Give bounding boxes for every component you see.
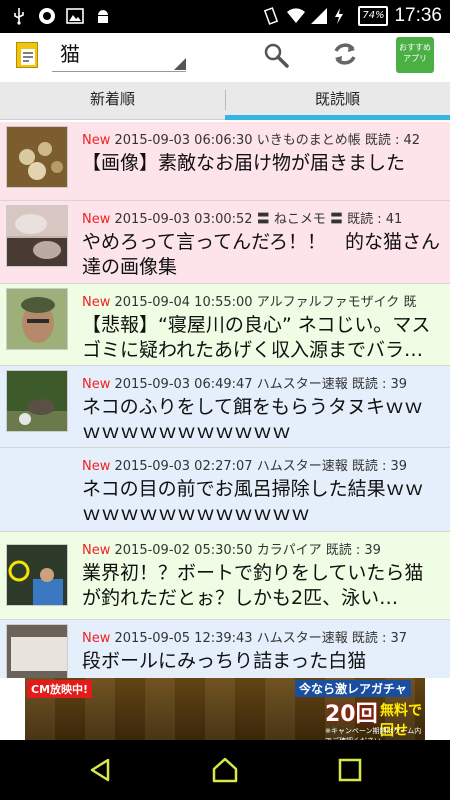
status-bar: 74% 17:36 [0, 0, 450, 33]
signal-icon [310, 7, 328, 25]
vibrate-icon [262, 7, 280, 25]
article-meta-text: 2015-09-02 05:30:50 カラパイア 既読 : 39 [114, 543, 381, 558]
home-icon [212, 757, 238, 783]
article-meta-text: 2015-09-03 06:49:47 ハムスター速報 既読 : 39 [114, 377, 408, 392]
system-nav-bar [0, 740, 450, 800]
usb-icon [10, 7, 28, 25]
new-badge: New [82, 295, 111, 310]
article-meta: New 2015-09-04 10:55:00 アルファルファモザイク 既 [82, 295, 444, 311]
article-meta-text: 2015-09-03 02:27:07 ハムスター速報 既読 : 39 [114, 459, 408, 474]
tab-divider [225, 90, 226, 110]
ad-disclaimer: ※キャンペーン期間はゲーム内でご確認ください [325, 727, 422, 740]
charging-icon [334, 7, 352, 25]
search-icon [264, 43, 289, 68]
article-item[interactable]: New 2015-09-03 02:27:07 ハムスター速報 既読 : 39 … [0, 448, 450, 532]
notification-app-icon [38, 7, 56, 25]
dropdown-arrow-icon [174, 58, 186, 70]
article-title: 【画像】素敵なお届け物が届きました [82, 152, 406, 174]
article-title: 業界初！？ボートで釣りをしていたら猫が釣れただとぉ？しかも2匹、泳い… [82, 562, 424, 609]
image-icon [66, 7, 84, 25]
article-thumbnail [6, 126, 68, 188]
new-badge: New [82, 133, 111, 148]
android-icon [94, 7, 112, 25]
new-badge: New [82, 459, 111, 474]
new-badge: New [82, 212, 111, 227]
recents-button[interactable] [335, 755, 365, 785]
article-meta-text: 2015-09-03 03:00:52 〓 ねこメモ 〓 既読 : 41 [114, 212, 403, 227]
ad-cm-badge: CM放映中! [27, 680, 93, 698]
article-thumbnail [6, 205, 68, 267]
article-item[interactable]: New 2015-09-03 06:06:30 いきものまとめ帳 既読 : 42… [0, 122, 450, 201]
ad-headline: 今なら激レアガチャ [295, 680, 411, 697]
app-logo-icon[interactable] [16, 42, 38, 68]
category-selected-value: 猫 [60, 42, 80, 66]
ad-count: 20回 [325, 702, 378, 727]
recents-icon [338, 758, 362, 782]
article-item[interactable]: New 2015-09-03 03:00:52 〓 ねこメモ 〓 既読 : 41… [0, 201, 450, 284]
refresh-icon [334, 43, 356, 65]
battery-indicator: 74% [358, 6, 389, 26]
new-badge: New [82, 631, 111, 646]
article-meta-text: 2015-09-03 06:06:30 いきものまとめ帳 既読 : 42 [114, 133, 421, 148]
refresh-button[interactable] [331, 40, 359, 68]
article-meta-text: 2015-09-05 12:39:43 ハムスター速報 既読 : 37 [114, 631, 408, 646]
article-title: ネコの目の前でお風呂掃除した結果ｗｗｗｗｗｗｗｗｗｗｗｗｗｗ [82, 478, 424, 525]
app-toolbar: 猫 おすすめ アプリ [0, 33, 450, 81]
back-icon [90, 758, 110, 782]
ad-creative[interactable]: CM放映中! 今なら激レアガチャ 20回 無料で回せる!! ※キャンペーン期間は… [25, 678, 425, 740]
clock: 17:36 [394, 5, 442, 26]
article-meta-text: 2015-09-04 10:55:00 アルファルファモザイク 既 [114, 295, 417, 310]
article-thumbnail [6, 288, 68, 350]
article-title: 段ボールにみっちり詰まった白猫 [82, 650, 367, 672]
article-title: ネコのふりをして餌をもらうタヌキｗｗｗｗｗｗｗｗｗｗｗｗｗ [82, 396, 424, 443]
article-meta: New 2015-09-03 06:06:30 いきものまとめ帳 既読 : 42 [82, 133, 444, 149]
article-title: やめろって言ってんだろ！！ 的な猫さん達の画像集 [82, 231, 440, 278]
article-meta: New 2015-09-03 03:00:52 〓 ねこメモ 〓 既読 : 41 [82, 212, 444, 228]
article-thumbnail [6, 624, 68, 678]
article-meta: New 2015-09-03 02:27:07 ハムスター速報 既読 : 39 [82, 459, 444, 475]
new-badge: New [82, 377, 111, 392]
article-thumbnail [6, 370, 68, 432]
article-meta: New 2015-09-03 06:49:47 ハムスター速報 既読 : 39 [82, 377, 444, 393]
back-button[interactable] [85, 755, 115, 785]
search-button[interactable] [262, 41, 290, 69]
new-badge: New [82, 543, 111, 558]
ad-banner[interactable]: CM放映中! 今なら激レアガチャ 20回 無料で回せる!! ※キャンペーン期間は… [0, 678, 450, 740]
tab-most-read[interactable]: 既読順 [225, 82, 450, 120]
category-dropdown[interactable]: 猫 [52, 38, 186, 72]
article-meta: New 2015-09-02 05:30:50 カラパイア 既読 : 39 [82, 543, 444, 559]
recommended-apps-button[interactable]: おすすめ アプリ [396, 37, 434, 73]
tab-newest[interactable]: 新着順 [0, 82, 225, 119]
article-list[interactable]: New 2015-09-03 06:06:30 いきものまとめ帳 既読 : 42… [0, 122, 450, 678]
recommend-label-line1: おすすめ [399, 43, 431, 52]
article-item[interactable]: New 2015-09-03 06:49:47 ハムスター速報 既読 : 39 … [0, 366, 450, 448]
article-item[interactable]: New 2015-09-05 12:39:43 ハムスター速報 既読 : 37 … [0, 620, 450, 678]
article-title: 【悲報】“寝屋川の良心” ネコじい。マスゴミに疑われたあげく収入源までバラ… [82, 314, 431, 361]
article-thumbnail [6, 544, 68, 606]
article-item[interactable]: New 2015-09-02 05:30:50 カラパイア 既読 : 39 業界… [0, 532, 450, 620]
article-item[interactable]: New 2015-09-04 10:55:00 アルファルファモザイク 既 【悲… [0, 284, 450, 366]
article-meta: New 2015-09-05 12:39:43 ハムスター速報 既読 : 37 [82, 631, 444, 647]
home-button[interactable] [210, 755, 240, 785]
recommend-label-line2: アプリ [403, 54, 427, 63]
wifi-icon [286, 7, 306, 25]
